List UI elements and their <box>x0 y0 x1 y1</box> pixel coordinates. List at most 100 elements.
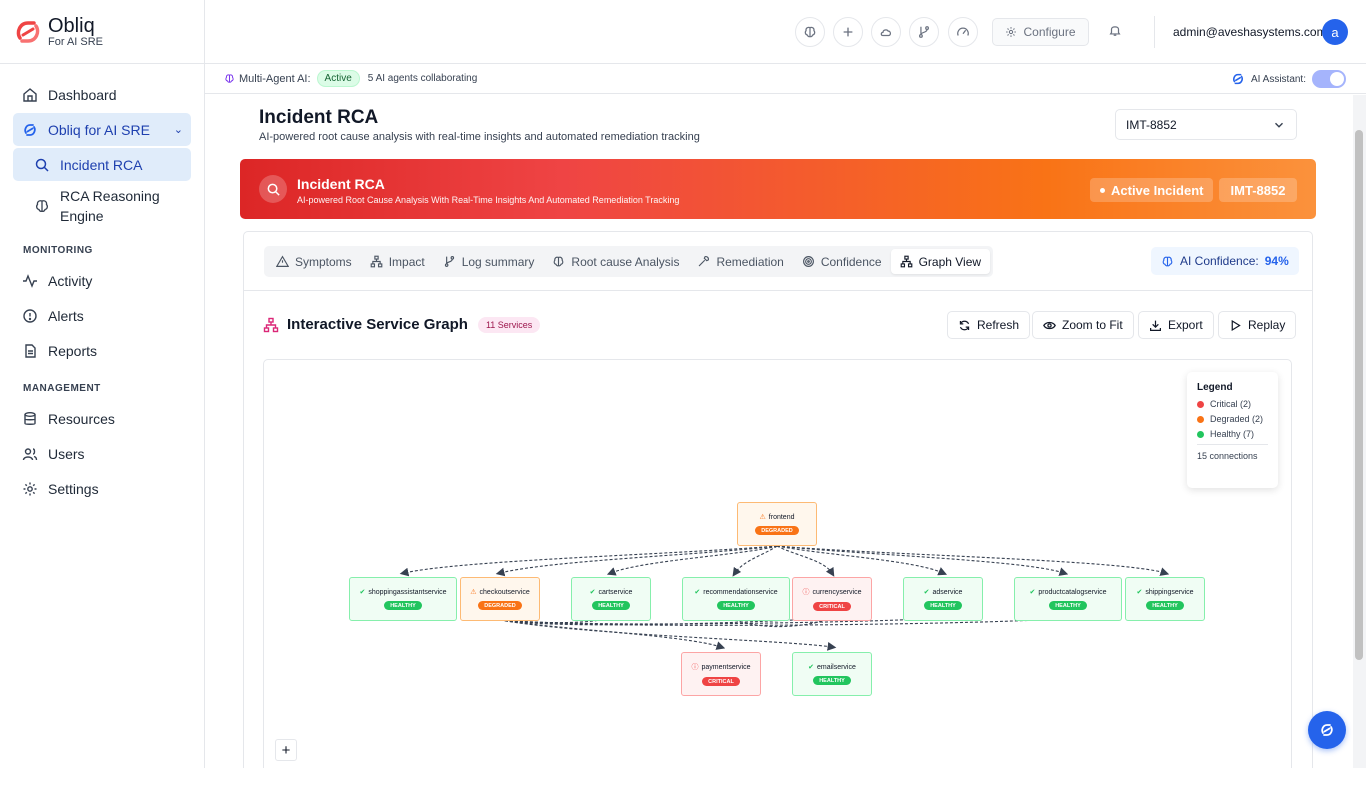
rca-tabs: Symptoms Impact Log summary Root cause A… <box>264 246 994 277</box>
cloud-button[interactable] <box>871 17 901 47</box>
target-icon <box>802 256 814 267</box>
graph-node-currencyservice[interactable]: ⓘ currencyservice CRITICAL <box>792 577 872 621</box>
active-incident-label: Active Incident <box>1111 182 1204 198</box>
database-icon <box>24 411 36 425</box>
sidebar-item-label: Reports <box>48 342 98 359</box>
sidebar-item-label: Alerts <box>48 307 84 324</box>
alert-circle-icon: ⓘ <box>802 589 810 596</box>
check-circle-icon: ✔ <box>1136 589 1143 596</box>
alert-circle-icon <box>23 308 37 323</box>
obliq-logo-icon <box>16 20 40 43</box>
sidebar-item-alerts[interactable]: Alerts <box>13 299 191 332</box>
tab-label: Confidence <box>820 254 882 269</box>
warning-icon <box>276 255 289 267</box>
tab-log-summary[interactable]: Log summary <box>434 249 544 274</box>
scrollbar-thumb[interactable] <box>1355 130 1363 660</box>
tab-label: Graph View <box>918 254 982 269</box>
tab-remediation[interactable]: Remediation <box>688 249 792 274</box>
legend-label: Degraded (2) <box>1210 414 1264 424</box>
sidebar-item-rca-reasoning[interactable]: RCA Reasoning Engine <box>13 183 191 229</box>
refresh-icon <box>959 320 970 330</box>
page-title: Incident RCA <box>259 107 379 128</box>
sidebar-item-activity[interactable]: Activity <box>13 264 191 297</box>
node-name: shippingservice <box>1145 588 1194 596</box>
sidebar-item-reports[interactable]: Reports <box>13 334 191 367</box>
node-status: HEALTHY <box>813 676 851 685</box>
tab-confidence[interactable]: Confidence <box>793 249 891 274</box>
ai-confidence-badge: AI Confidence: 94% <box>1151 247 1299 275</box>
tab-impact[interactable]: Impact <box>361 249 434 274</box>
legend-dot <box>1197 430 1204 438</box>
ai-confidence-label: AI Confidence: <box>1180 254 1259 268</box>
sidebar-item-users[interactable]: Users <box>13 437 191 470</box>
eye-icon <box>1043 321 1056 329</box>
graph-node-cartservice[interactable]: ✔ cartservice HEALTHY <box>571 577 651 621</box>
node-status: HEALTHY <box>384 601 422 610</box>
graph-node-shippingservice[interactable]: ✔ shippingservice HEALTHY <box>1125 577 1205 621</box>
banner-title: Incident RCA <box>297 176 385 192</box>
brain-icon-button[interactable] <box>795 17 825 47</box>
page-subtitle: AI-powered root cause analysis with real… <box>259 131 700 143</box>
chevron-down-icon[interactable]: ⌄ <box>174 123 183 136</box>
ai-assistant-fab[interactable] <box>1308 711 1346 749</box>
sidebar-item-label: Settings <box>48 480 99 497</box>
graph-node-recommendationservice[interactable]: ✔ recommendationservice HEALTHY <box>682 577 790 621</box>
service-graph-canvas[interactable]: Legend Critical (2) Degraded (2) Healthy… <box>263 359 1292 768</box>
incident-select-value: IMT-8852 <box>1126 117 1177 132</box>
scrollbar[interactable] <box>1353 95 1366 768</box>
git-branch-button[interactable] <box>909 17 939 47</box>
graph-node-shoppingassistantservice[interactable]: ✔ shoppingassistantservice HEALTHY <box>349 577 457 621</box>
legend-label: Critical (2) <box>1210 399 1252 409</box>
sidebar-item-dashboard[interactable]: Dashboard <box>13 78 191 111</box>
gauge-button[interactable] <box>948 17 978 47</box>
alert-circle-icon: ⓘ <box>691 664 699 671</box>
home-icon <box>23 87 37 102</box>
node-status: DEGRADED <box>755 526 799 535</box>
graph-node-frontend[interactable]: ⚠ frontend DEGRADED <box>737 502 817 546</box>
avatar[interactable]: a <box>1322 19 1348 45</box>
incident-select[interactable]: IMT-8852 <box>1115 109 1297 140</box>
graph-legend: Legend Critical (2) Degraded (2) Healthy… <box>1187 372 1278 488</box>
graph-node-checkoutservice[interactable]: ⚠ checkoutservice DEGRADED <box>460 577 540 621</box>
ai-assistant-toggle[interactable] <box>1312 70 1346 88</box>
graph-node-paymentservice[interactable]: ⓘ paymentservice CRITICAL <box>681 652 761 696</box>
top-bar: Configure admin@aveshasystems.com a <box>205 0 1366 64</box>
tab-graph-view[interactable]: Graph View <box>890 249 991 274</box>
tab-root-cause[interactable]: Root cause Analysis <box>543 249 688 274</box>
notifications-button[interactable] <box>1108 23 1122 42</box>
main-content: Incident RCA AI-powered root cause analy… <box>205 95 1353 768</box>
brand-logo[interactable]: Obliq For AI SRE <box>0 0 204 64</box>
replay-button[interactable]: Replay <box>1218 311 1297 339</box>
sidebar-item-resources[interactable]: Resources <box>13 402 191 435</box>
graph-node-emailservice[interactable]: ✔ emailservice HEALTHY <box>792 652 872 696</box>
brand-tagline: For AI SRE <box>48 35 104 48</box>
brain-icon <box>225 74 234 83</box>
refresh-button[interactable]: Refresh <box>947 311 1031 339</box>
node-status: CRITICAL <box>813 602 851 611</box>
ai-assistant-toggle-group: AI Assistant: <box>1231 70 1346 88</box>
graph-node-productcatalogservice[interactable]: ✔ productcatalogservice HEALTHY <box>1014 577 1122 621</box>
sidebar-item-incident-rca[interactable]: Incident RCA <box>13 148 191 181</box>
zoom-in-button[interactable]: + <box>275 739 297 761</box>
network-icon <box>263 317 279 332</box>
active-incident-badge: Active Incident <box>1090 178 1214 202</box>
ai-confidence-value: 94% <box>1264 254 1289 268</box>
graph-node-adservice[interactable]: ✔ adservice HEALTHY <box>903 577 983 621</box>
sidebar-item-settings[interactable]: Settings <box>13 472 191 505</box>
node-status: HEALTHY <box>592 601 630 610</box>
tab-symptoms[interactable]: Symptoms <box>267 249 361 274</box>
configure-button[interactable]: Configure <box>992 18 1089 46</box>
export-button[interactable]: Export <box>1138 311 1214 339</box>
node-name: frontend <box>768 513 795 521</box>
sidebar-item-obliq-ai-sre[interactable]: Obliq for AI SRE ⌄ <box>13 113 191 146</box>
sidebar-item-label: RCA Reasoning Engine <box>60 188 160 224</box>
graph-header: Interactive Service Graph 11 Services <box>263 316 541 333</box>
replay-label: Replay <box>1248 318 1286 332</box>
user-email[interactable]: admin@aveshasystems.com <box>1173 25 1327 39</box>
users-icon <box>22 447 38 460</box>
zoom-to-fit-button[interactable]: Zoom to Fit <box>1032 311 1134 339</box>
add-button[interactable] <box>833 17 863 47</box>
brain-icon <box>1162 256 1173 266</box>
node-status: HEALTHY <box>717 601 755 610</box>
legend-connections: 15 connections <box>1197 444 1268 461</box>
